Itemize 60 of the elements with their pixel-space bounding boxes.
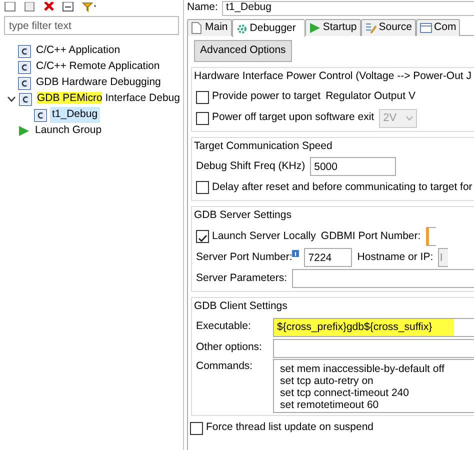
collapse-icon — [62, 2, 74, 12]
group-title: GDB Server Settings — [194, 208, 292, 224]
field-label: Regulator Output V — [326, 89, 416, 104]
tree-item[interactable]: GDB Hardware Debugging — [34, 75, 163, 91]
field-label: Other options: — [196, 340, 263, 356]
checkbox[interactable]: Provide power to target — [196, 89, 321, 105]
name-label: Name: — [187, 0, 218, 16]
dropdown-caret-icon — [406, 116, 414, 120]
play-icon — [308, 22, 321, 34]
advanced-options-button[interactable]: Advanced Options — [194, 40, 292, 62]
group-title: Target Communication Speed — [194, 138, 334, 154]
input-field[interactable]: ${cross_prefix}gdb${cross_suffix} — [273, 318, 474, 337]
source-icon — [364, 22, 377, 34]
config-file-icon — [18, 44, 31, 58]
gear-icon — [236, 22, 248, 34]
tree-item[interactable]: Launch Group — [33, 123, 104, 139]
field-label: Commands: — [196, 358, 254, 374]
checkbox[interactable]: Delay after reset and before communicating to target for — [196, 180, 472, 196]
document-icon — [191, 22, 203, 34]
input-field[interactable]: 7224 — [304, 248, 352, 267]
field-label: Executable: — [196, 319, 252, 334]
info-icon — [292, 250, 300, 257]
name-field[interactable]: t1_Debug — [222, 0, 474, 16]
input-field[interactable] — [426, 227, 436, 246]
field-label: GDBMI Port Number: — [320, 228, 421, 244]
config-file-icon — [34, 108, 47, 122]
tab[interactable]: Startup — [304, 19, 361, 36]
field-label: Debug Shift Freq (KHz) — [196, 158, 306, 174]
table-icon — [420, 22, 432, 34]
config-file-icon — [18, 76, 31, 90]
filter-icon — [82, 2, 98, 12]
checkbox[interactable]: Force thread list update on suspend — [190, 420, 374, 436]
field-label: Hostname or IP: — [357, 250, 434, 265]
filter-field[interactable]: type filter text — [4, 16, 179, 35]
input-field[interactable]: 5000 — [310, 157, 396, 176]
config-file-icon — [18, 60, 31, 74]
group-title: Hardware Interface Power Control (Voltage --> Power-Out J — [194, 68, 472, 84]
delete-icon — [44, 2, 54, 12]
checkbox[interactable]: Launch Server Locally — [196, 228, 316, 244]
tab[interactable]: Debugger — [232, 19, 305, 37]
copy-icon — [24, 2, 36, 12]
checkmark-icon — [197, 232, 208, 244]
tree-item[interactable]: C/C++ Remote Application — [34, 59, 162, 75]
tab[interactable]: Com — [416, 19, 460, 36]
group-title: GDB Client Settings — [194, 299, 288, 314]
input-field[interactable] — [292, 269, 474, 288]
tree-item[interactable]: GDB PEMicro Interface Debug — [35, 91, 182, 107]
commands-field[interactable]: set mem inaccessible-by-default off set tcp auto-retry on set tcp connect-timeout 240 set remotetimeout 60 — [273, 358, 474, 413]
input-field[interactable] — [273, 338, 474, 358]
field-label: Server Parameters: — [196, 270, 288, 286]
config-file-icon — [19, 92, 32, 106]
new-document-icon — [4, 2, 16, 12]
play-icon — [18, 125, 30, 137]
tree-item[interactable]: C/C++ Application — [34, 43, 122, 59]
tree-item[interactable]: t1_Debug — [50, 107, 100, 123]
tab[interactable]: Main — [187, 19, 232, 36]
expanded-chevron-icon[interactable] — [7, 94, 16, 104]
field-label: Server Port Number: — [196, 250, 292, 265]
checkbox[interactable]: Power off target upon software exit — [196, 110, 374, 126]
tab[interactable]: Source — [360, 19, 416, 36]
